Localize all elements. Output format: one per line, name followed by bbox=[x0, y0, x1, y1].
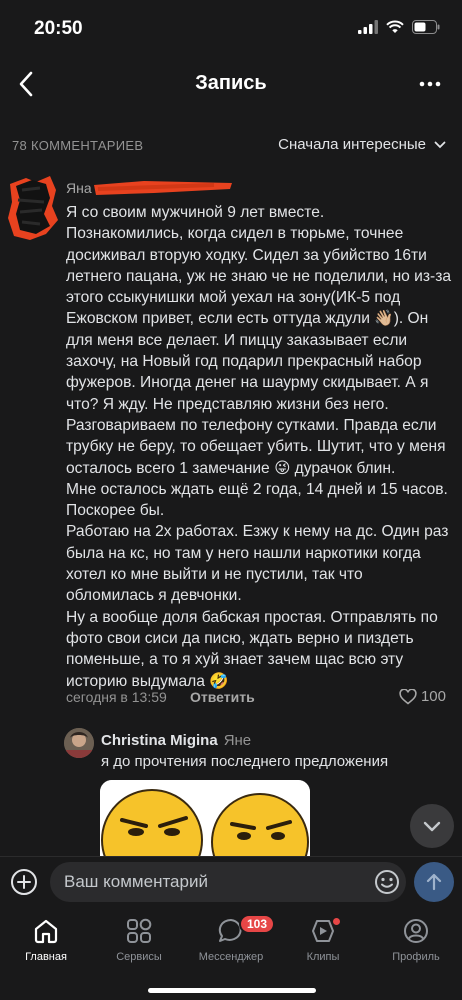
sticker-image bbox=[100, 780, 310, 860]
services-icon bbox=[127, 918, 152, 943]
comment-input[interactable] bbox=[50, 862, 406, 902]
tab-label: Клипы bbox=[306, 951, 340, 963]
reply-author-row: Christina Migina Яне bbox=[101, 732, 251, 749]
sticker bbox=[100, 780, 310, 860]
comment-time: сегодня в 13:59 bbox=[66, 689, 167, 705]
clips-notification-dot bbox=[333, 918, 340, 925]
sort-select[interactable]: Сначала интересные bbox=[278, 136, 446, 153]
signal-icon bbox=[358, 20, 378, 34]
status-bar: 20:50 bbox=[0, 0, 462, 56]
tab-label: Профиль bbox=[392, 951, 440, 963]
arrow-up-icon bbox=[426, 873, 442, 891]
reply-avatar[interactable] bbox=[64, 728, 94, 758]
chevron-down-icon bbox=[434, 141, 446, 148]
heart-icon bbox=[399, 688, 417, 705]
tab-home[interactable]: Главная bbox=[0, 914, 92, 963]
comment-text: Я со своим мужчиной 9 лет вместе. Познак… bbox=[66, 204, 452, 690]
comment-author-row: Яна bbox=[66, 180, 232, 200]
tab-clips[interactable]: Клипы bbox=[277, 914, 369, 963]
tab-label: Главная bbox=[25, 951, 67, 963]
comment-author[interactable]: Яна bbox=[66, 180, 92, 196]
tab-messenger[interactable]: 103 Мессенджер bbox=[185, 914, 277, 963]
sort-label: Сначала интересные bbox=[278, 136, 426, 153]
tab-bar: Главная Сервисы 103 Мессенджер Клипы Про… bbox=[0, 906, 462, 1000]
tab-label: Мессенджер bbox=[198, 951, 264, 963]
tab-profile[interactable]: Профиль bbox=[370, 914, 462, 963]
comments-header: 78 КОММЕНТАРИЕВ Сначала интересные bbox=[0, 134, 462, 158]
tab-services[interactable]: Сервисы bbox=[93, 914, 185, 963]
home-indicator bbox=[148, 988, 316, 993]
comment-meta: сегодня в 13:59 Ответить 100 bbox=[66, 688, 446, 708]
reply-text: я до прочтения последнего предложения bbox=[101, 753, 389, 770]
reply-to: Яне bbox=[223, 732, 252, 749]
status-time: 20:50 bbox=[34, 18, 83, 39]
avatar[interactable] bbox=[6, 176, 58, 242]
battery-icon bbox=[412, 20, 440, 34]
name-redaction-mark bbox=[94, 181, 232, 195]
scroll-down-button[interactable] bbox=[410, 804, 454, 848]
wifi-icon bbox=[386, 20, 404, 33]
send-button[interactable] bbox=[414, 862, 454, 902]
reply-author[interactable]: Christina Migina bbox=[101, 732, 218, 749]
comments-count: 78 КОММЕНТАРИЕВ bbox=[12, 138, 144, 153]
nav-bar: Запись bbox=[0, 56, 462, 112]
profile-icon bbox=[404, 919, 428, 943]
home-icon bbox=[34, 919, 58, 944]
status-icons bbox=[358, 20, 440, 34]
tab-label: Сервисы bbox=[116, 951, 162, 963]
chevron-down-icon bbox=[423, 821, 441, 831]
reply-button[interactable]: Ответить bbox=[190, 689, 255, 705]
messenger-badge: 103 bbox=[239, 914, 276, 934]
like-count: 100 bbox=[420, 688, 446, 705]
like-button[interactable]: 100 bbox=[399, 688, 446, 705]
compose-bar bbox=[0, 856, 462, 906]
more-icon bbox=[419, 81, 441, 87]
add-attachment-icon[interactable] bbox=[10, 868, 38, 896]
more-button[interactable] bbox=[416, 70, 444, 98]
emoji-icon[interactable] bbox=[374, 869, 400, 895]
page-title: Запись bbox=[195, 72, 267, 94]
